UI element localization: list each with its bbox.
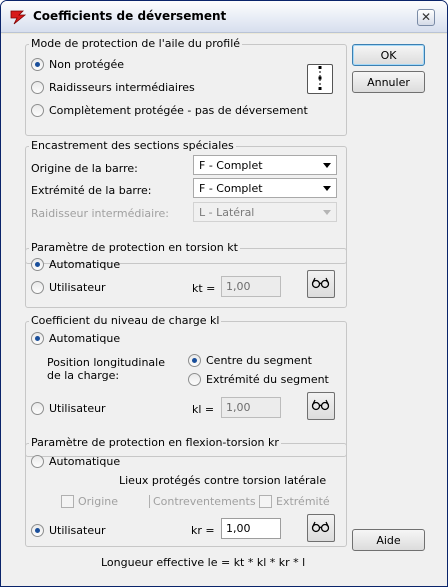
kl-radio-center-label: Centre du segment: [206, 354, 312, 367]
chevron-down-icon: [323, 210, 331, 215]
kl-radio-user-label: Utilisateur: [49, 402, 106, 415]
load-level-kl-title: Coefficient du niveau de charge kl: [29, 314, 222, 327]
torsion-kt-title: Paramètre de protection en torsion kt: [29, 241, 240, 254]
kr-radio-user-label: Utilisateur: [49, 524, 106, 537]
radio-fully-protected[interactable]: Complètement protégée - pas de déverseme…: [31, 104, 308, 117]
kl-radio-end-indicator[interactable]: [188, 373, 201, 386]
kr-view-button[interactable]: [307, 514, 335, 542]
special-sections-title: Encastrement des sections spéciales: [29, 139, 236, 152]
check-origin[interactable]: Origine: [61, 495, 118, 508]
app-logo-icon: [9, 9, 27, 25]
cancel-button[interactable]: Annuler: [352, 71, 425, 93]
kt-view-button[interactable]: [307, 270, 335, 298]
radio-stiffeners-label: Raidisseurs intermédiaires: [49, 81, 195, 94]
kl-radio-auto-label: Automatique: [49, 332, 121, 345]
kt-input[interactable]: 1,00: [221, 276, 281, 297]
glasses-icon: [311, 399, 331, 414]
check-end[interactable]: Extrémité: [259, 495, 330, 508]
kr-radio-user[interactable]: Utilisateur: [31, 524, 106, 537]
kl-radio-center-indicator[interactable]: [188, 354, 201, 367]
check-origin-label: Origine: [78, 495, 119, 508]
kt-radio-auto-label: Automatique: [49, 258, 121, 271]
check-end-label: Extrémité: [276, 495, 330, 508]
kl-view-button[interactable]: [307, 392, 335, 420]
beam-preview-button[interactable]: [307, 64, 333, 94]
title-bar[interactable]: Coefficients de déversement ✕: [1, 1, 447, 33]
kr-input-value: 1,00: [226, 522, 251, 535]
origin-label: Origine de la barre:: [31, 162, 138, 175]
kr-radio-auto-label: Automatique: [49, 455, 121, 468]
kr-radio-auto-indicator[interactable]: [31, 455, 44, 468]
stiffener-select-value: L - Latéral: [199, 205, 255, 219]
kl-input-value: 1,00: [226, 401, 251, 414]
effective-length-formula: Longueur effective le = kt * kl * kr * l: [101, 556, 306, 569]
kt-radio-user[interactable]: Utilisateur: [31, 281, 106, 294]
radio-fully-protected-label: Complètement protégée - pas de déverseme…: [49, 104, 308, 117]
radio-stiffeners[interactable]: Raidisseurs intermédiaires: [31, 81, 195, 94]
kl-input[interactable]: 1,00: [221, 397, 281, 418]
check-bracing-label: Contreventements: [153, 495, 256, 508]
glasses-icon: [311, 277, 331, 292]
check-origin-box[interactable]: [61, 495, 74, 508]
check-bracing[interactable]: Contreventements: [149, 495, 256, 508]
close-button[interactable]: ✕: [417, 9, 435, 26]
kl-radio-user-indicator[interactable]: [31, 402, 44, 415]
check-bracing-box[interactable]: [149, 495, 150, 508]
check-end-box[interactable]: [259, 495, 272, 508]
flange-protection-title: Mode de protection de l'aile du profilé: [29, 37, 243, 50]
kt-input-value: 1,00: [226, 280, 251, 293]
dialog-window: Coefficients de déversement ✕ Mode de pr…: [0, 0, 448, 587]
radio-unprotected[interactable]: Non protégée: [31, 58, 124, 71]
kt-field-label: kt =: [192, 282, 216, 295]
kt-radio-user-label: Utilisateur: [49, 281, 106, 294]
radio-unprotected-indicator[interactable]: [31, 58, 44, 71]
kl-radio-center[interactable]: Centre du segment: [188, 354, 312, 367]
kl-radio-user[interactable]: Utilisateur: [31, 402, 106, 415]
flexural-torsion-kr-title: Paramètre de protection en flexion-torsi…: [29, 436, 281, 449]
chevron-down-icon: [323, 163, 331, 168]
radio-fully-protected-indicator[interactable]: [31, 104, 44, 117]
radio-stiffeners-indicator[interactable]: [31, 81, 44, 94]
kr-radio-user-indicator[interactable]: [31, 524, 44, 537]
kl-radio-end[interactable]: Extrémité du segment: [188, 373, 329, 386]
kl-radio-auto[interactable]: Automatique: [31, 332, 120, 345]
kt-radio-auto[interactable]: Automatique: [31, 258, 120, 271]
kl-field-label: kl =: [192, 403, 215, 416]
kl-radio-auto-indicator[interactable]: [31, 332, 44, 345]
load-position-label: Position longitudinale de la charge:: [47, 356, 165, 382]
protected-places-label: Lieux protégés contre torsion latérale: [119, 474, 327, 487]
radio-unprotected-label: Non protégée: [49, 58, 125, 71]
kt-radio-user-indicator[interactable]: [31, 281, 44, 294]
glasses-icon: [311, 521, 331, 536]
beam-stiffener-icon: [315, 65, 325, 93]
ok-button[interactable]: OK: [352, 44, 425, 66]
end-label: Extrémité de la barre:: [31, 184, 152, 197]
kl-radio-end-label: Extrémité du segment: [206, 373, 329, 386]
kr-input[interactable]: 1,00: [221, 518, 281, 539]
kr-field-label: kr =: [191, 524, 215, 537]
kt-radio-auto-indicator[interactable]: [31, 258, 44, 271]
stiffener-select[interactable]: L - Latéral: [193, 202, 337, 222]
kr-radio-auto[interactable]: Automatique: [31, 455, 120, 468]
window-title: Coefficients de déversement: [33, 9, 227, 23]
torsion-kt-group: [25, 248, 347, 308]
end-select-value: F - Complet: [199, 181, 263, 195]
origin-select[interactable]: F - Complet: [193, 155, 337, 175]
stiffener-label: Raidisseur intermédiaire:: [31, 207, 169, 220]
origin-select-value: F - Complet: [199, 158, 263, 172]
help-button[interactable]: Aide: [352, 529, 425, 551]
dialog-content: Mode de protection de l'aile du profilé …: [1, 34, 447, 586]
end-select[interactable]: F - Complet: [193, 178, 337, 198]
chevron-down-icon: [323, 186, 331, 191]
